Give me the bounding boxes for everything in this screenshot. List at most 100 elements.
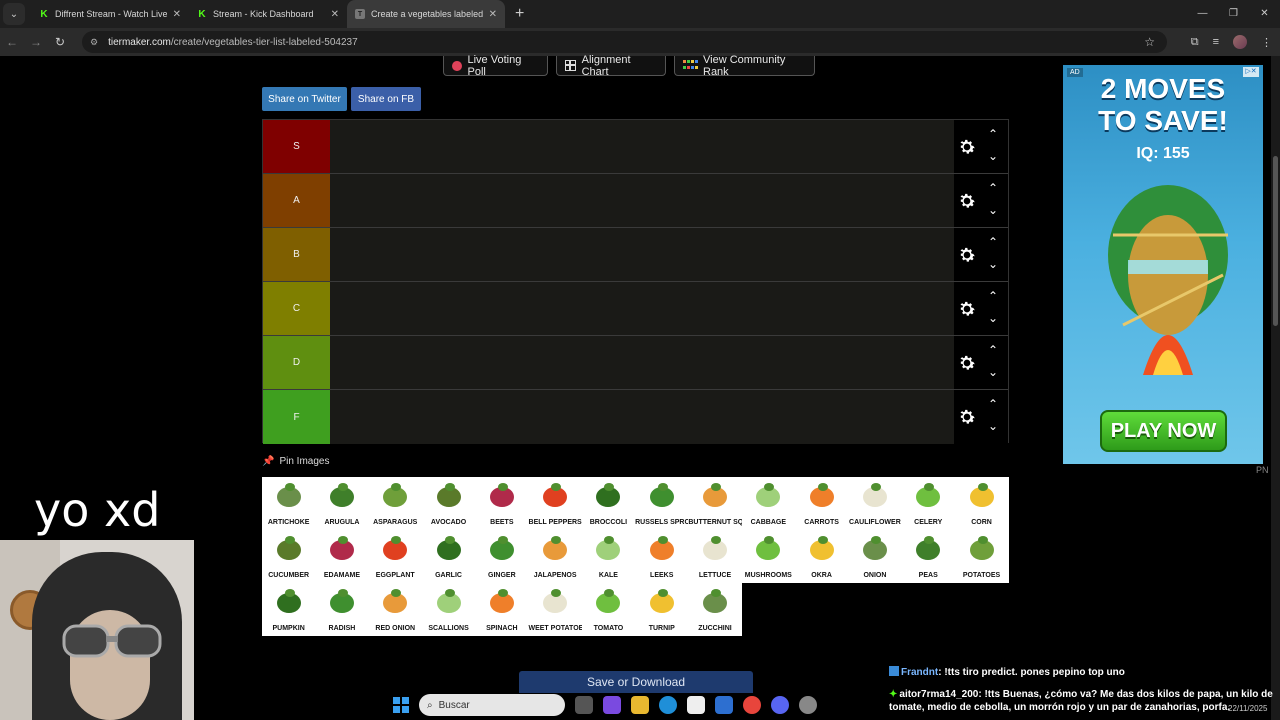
tier-label[interactable]: B	[263, 228, 330, 281]
browser-tab-3[interactable]: T Create a vegetables labeled Tie ✕	[347, 0, 505, 28]
windows-start-icon[interactable]	[393, 697, 409, 713]
vegetable-item[interactable]: BROCCOLI	[582, 477, 635, 530]
tier-drop-zone[interactable]	[330, 282, 954, 335]
tier-label[interactable]: S	[263, 120, 330, 173]
new-tab-icon[interactable]: +	[515, 5, 524, 23]
pin-images-toggle[interactable]: 📌 Pin Images	[262, 456, 329, 467]
close-tab-icon[interactable]: ✕	[331, 9, 339, 20]
profile-avatar[interactable]	[1233, 35, 1247, 49]
gear-icon[interactable]	[957, 137, 977, 157]
vegetable-item[interactable]: LETTUCE	[688, 530, 741, 583]
move-down-icon[interactable]: ⌄	[987, 204, 999, 216]
gear-icon[interactable]	[957, 353, 977, 373]
move-down-icon[interactable]: ⌄	[987, 258, 999, 270]
maximize-icon[interactable]: ❐	[1218, 0, 1249, 28]
vegetable-item[interactable]: CELERY	[902, 477, 955, 530]
vegetable-item[interactable]: AVOCADO	[422, 477, 475, 530]
alignment-chart-button[interactable]: Alignment Chart	[556, 54, 666, 78]
ad-play-now-button[interactable]: PLAY NOW	[1100, 410, 1227, 452]
vegetable-item[interactable]: OKRA	[795, 530, 848, 583]
vegetable-item[interactable]: EGGPLANT	[369, 530, 422, 583]
tier-label[interactable]: C	[263, 282, 330, 335]
tier-label[interactable]: A	[263, 174, 330, 227]
vegetable-item[interactable]: SPINACH	[475, 583, 528, 636]
vegetable-item[interactable]: PUMPKIN	[262, 583, 315, 636]
move-down-icon[interactable]: ⌄	[987, 150, 999, 162]
move-down-icon[interactable]: ⌄	[987, 366, 999, 378]
vegetable-item[interactable]: TOMATO	[582, 583, 635, 636]
forward-icon[interactable]: →	[24, 35, 48, 49]
vegetable-item[interactable]: EDAMAME	[315, 530, 368, 583]
vegetable-item[interactable]: JALAPENOS	[528, 530, 581, 583]
move-down-icon[interactable]: ⌄	[987, 420, 999, 432]
mail-icon[interactable]	[715, 696, 733, 714]
store-icon[interactable]	[687, 696, 705, 714]
back-icon[interactable]: ←	[0, 35, 24, 49]
file-explorer-icon[interactable]	[631, 696, 649, 714]
vegetable-item[interactable]: ONION	[848, 530, 901, 583]
vegetable-item[interactable]: CARROTS	[795, 477, 848, 530]
vegetable-item[interactable]: WEET POTATOE	[528, 583, 582, 636]
vegetable-item[interactable]: POTATOES	[955, 530, 1008, 583]
extensions-icon[interactable]: ⧉	[1191, 36, 1199, 49]
vegetable-item[interactable]: BELL PEPPERS	[528, 477, 582, 530]
browser-tab-1[interactable]: K Diffrent Stream - Watch Live on ✕	[31, 0, 189, 28]
tier-drop-zone[interactable]	[330, 174, 954, 227]
site-info-icon[interactable]: ⚙	[90, 37, 98, 48]
share-fb-button[interactable]: Share on FB	[351, 87, 421, 111]
vegetable-item[interactable]: CAULIFLOWER	[848, 477, 901, 530]
move-up-icon[interactable]: ⌃	[987, 236, 999, 248]
vegetable-item[interactable]: MUSHROOMS	[742, 530, 795, 583]
tab-search-icon[interactable]: ⌄	[3, 3, 25, 25]
vegetable-item[interactable]: ZUCCHINI	[688, 583, 741, 636]
reload-icon[interactable]: ↻	[48, 35, 72, 49]
move-up-icon[interactable]: ⌃	[987, 182, 999, 194]
minimize-icon[interactable]: —	[1187, 0, 1218, 28]
vegetable-item[interactable]: BUTTERNUT SQUAS	[688, 477, 742, 530]
vegetable-item[interactable]: TURNIP	[635, 583, 688, 636]
vegetable-item[interactable]: PEAS	[902, 530, 955, 583]
scrollbar-thumb[interactable]	[1273, 156, 1278, 326]
vegetable-item[interactable]: ARUGULA	[315, 477, 368, 530]
gear-icon[interactable]	[957, 299, 977, 319]
gear-icon[interactable]	[957, 191, 977, 211]
edge-icon[interactable]	[659, 696, 677, 714]
share-twitter-button[interactable]: Share on Twitter	[262, 87, 347, 111]
vegetable-item[interactable]: ARTICHOKE	[262, 477, 315, 530]
vegetable-item[interactable]: RADISH	[315, 583, 368, 636]
move-down-icon[interactable]: ⌄	[987, 312, 999, 324]
tier-label[interactable]: D	[263, 336, 330, 389]
task-view-icon[interactable]	[575, 696, 593, 714]
vegetable-item[interactable]: CUCUMBER	[262, 530, 315, 583]
tier-drop-zone[interactable]	[330, 120, 954, 173]
bookmark-star-icon[interactable]: ☆	[1144, 35, 1155, 49]
obs-icon[interactable]	[799, 696, 817, 714]
tier-drop-zone[interactable]	[330, 390, 954, 444]
move-up-icon[interactable]: ⌃	[987, 290, 999, 302]
vegetable-item[interactable]: BEETS	[475, 477, 528, 530]
vegetable-item[interactable]: SCALLIONS	[422, 583, 475, 636]
vegetable-item[interactable]: LEEKS	[635, 530, 688, 583]
live-voting-poll-button[interactable]: Live Voting Poll	[443, 54, 548, 78]
move-up-icon[interactable]: ⌃	[987, 344, 999, 356]
chrome-icon[interactable]	[743, 696, 761, 714]
vegetable-item[interactable]: RED ONION	[369, 583, 422, 636]
gear-icon[interactable]	[957, 245, 977, 265]
url-input[interactable]: ⚙ tiermaker.com /create/vegetables-tier-…	[82, 31, 1167, 53]
vegetable-item[interactable]: GARLIC	[422, 530, 475, 583]
close-window-icon[interactable]: ✕	[1249, 0, 1280, 28]
community-rank-button[interactable]: View Community Rank	[674, 54, 815, 78]
tier-label[interactable]: F	[263, 390, 330, 444]
taskbar-search[interactable]: ⌕ Buscar	[419, 694, 565, 716]
browser-tab-2[interactable]: K Stream - Kick Dashboard ✕	[189, 0, 347, 28]
close-tab-icon[interactable]: ✕	[173, 9, 181, 20]
menu-dots-icon[interactable]: ⋮	[1261, 36, 1272, 49]
close-tab-icon[interactable]: ✕	[489, 9, 497, 20]
vegetable-item[interactable]: RUSSELS SPROUT	[635, 477, 688, 530]
page-scrollbar[interactable]	[1271, 56, 1280, 720]
move-up-icon[interactable]: ⌃	[987, 128, 999, 140]
tier-drop-zone[interactable]	[330, 228, 954, 281]
media-icon[interactable]: ≡	[1213, 36, 1219, 48]
advertisement[interactable]: AD ▷✕ 2 MOVES TO SAVE! IQ: 155 PLAY NOW	[1063, 65, 1263, 464]
move-up-icon[interactable]: ⌃	[987, 398, 999, 410]
